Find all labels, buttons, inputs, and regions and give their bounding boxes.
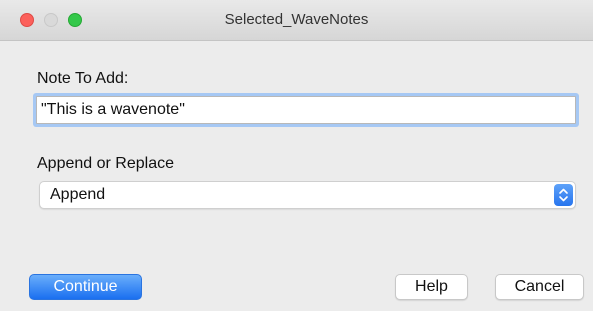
append-replace-label: Append or Replace: [37, 155, 174, 172]
dialog-window: Selected_WaveNotes Note To Add: Append o…: [0, 0, 593, 311]
chevron-up-down-icon: [554, 184, 573, 206]
note-input[interactable]: [36, 96, 576, 124]
title-bar: Selected_WaveNotes: [0, 0, 593, 41]
window-title: Selected_WaveNotes: [224, 11, 369, 28]
append-replace-select[interactable]: Append: [39, 181, 576, 209]
continue-button[interactable]: Continue: [29, 274, 142, 300]
help-button[interactable]: Help: [395, 274, 468, 300]
cancel-button[interactable]: Cancel: [495, 274, 584, 300]
select-value: Append: [50, 186, 106, 203]
note-field-label: Note To Add:: [37, 70, 129, 87]
